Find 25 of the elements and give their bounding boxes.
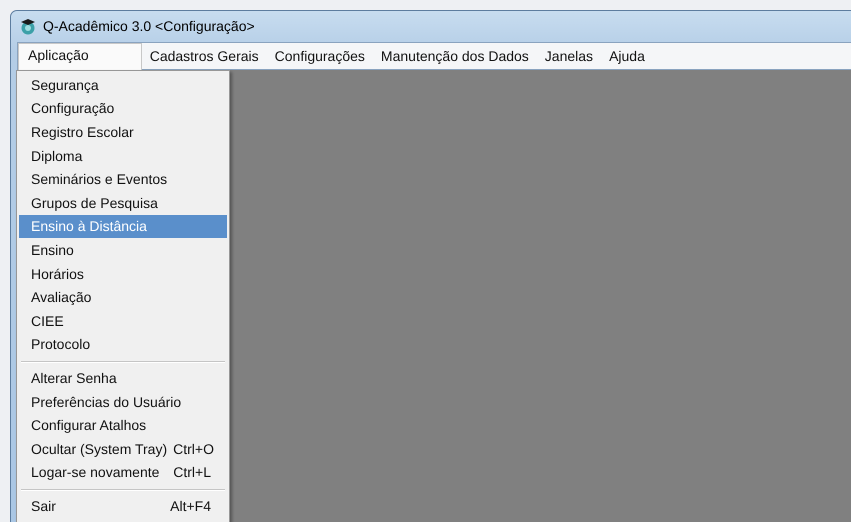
menu-item[interactable]: Seminários e Eventos — [19, 167, 227, 191]
menu-item[interactable]: Horários — [19, 262, 227, 286]
menu-item[interactable]: Diploma — [19, 144, 227, 168]
window-title: Q-Acadêmico 3.0 <Configuração> — [43, 18, 255, 34]
menu-item[interactable]: Grupos de Pesquisa — [19, 190, 227, 215]
menu-item[interactable]: Ocultar (System Tray) Ctrl+O — [19, 436, 227, 460]
menu-bar-item[interactable]: Aplicação — [18, 42, 142, 70]
app-icon — [19, 17, 37, 35]
menu-bar-item[interactable]: Cadastros Gerais — [142, 45, 267, 67]
menu-item[interactable]: Configurar Atalhos — [19, 413, 227, 437]
menu-item[interactable]: CIEE — [19, 308, 227, 333]
menu-bar-item[interactable]: Janelas — [536, 45, 602, 67]
menu-item[interactable]: Segurança — [19, 73, 227, 97]
menu-item[interactable]: Protocolo — [19, 332, 227, 356]
menu-bar-item[interactable]: Configurações — [266, 45, 373, 67]
menu-item[interactable]: Sair Alt+F4 — [19, 494, 227, 518]
menu-bar-item[interactable]: Ajuda — [601, 45, 653, 67]
menu-item[interactable]: Registro Escolar — [19, 120, 227, 144]
menu-item[interactable]: Configuração — [19, 96, 227, 120]
menu-item[interactable]: Preferências do Usuário — [19, 390, 227, 414]
menu-item[interactable]: Ensino — [19, 238, 227, 262]
menu-item[interactable]: Alterar Senha — [19, 366, 227, 390]
menu-item[interactable]: Avaliação — [19, 285, 227, 309]
menu-bar-item[interactable]: Manutenção dos Dados — [372, 45, 537, 67]
menu-item[interactable]: Logar-se novamente Ctrl+L — [19, 460, 227, 484]
